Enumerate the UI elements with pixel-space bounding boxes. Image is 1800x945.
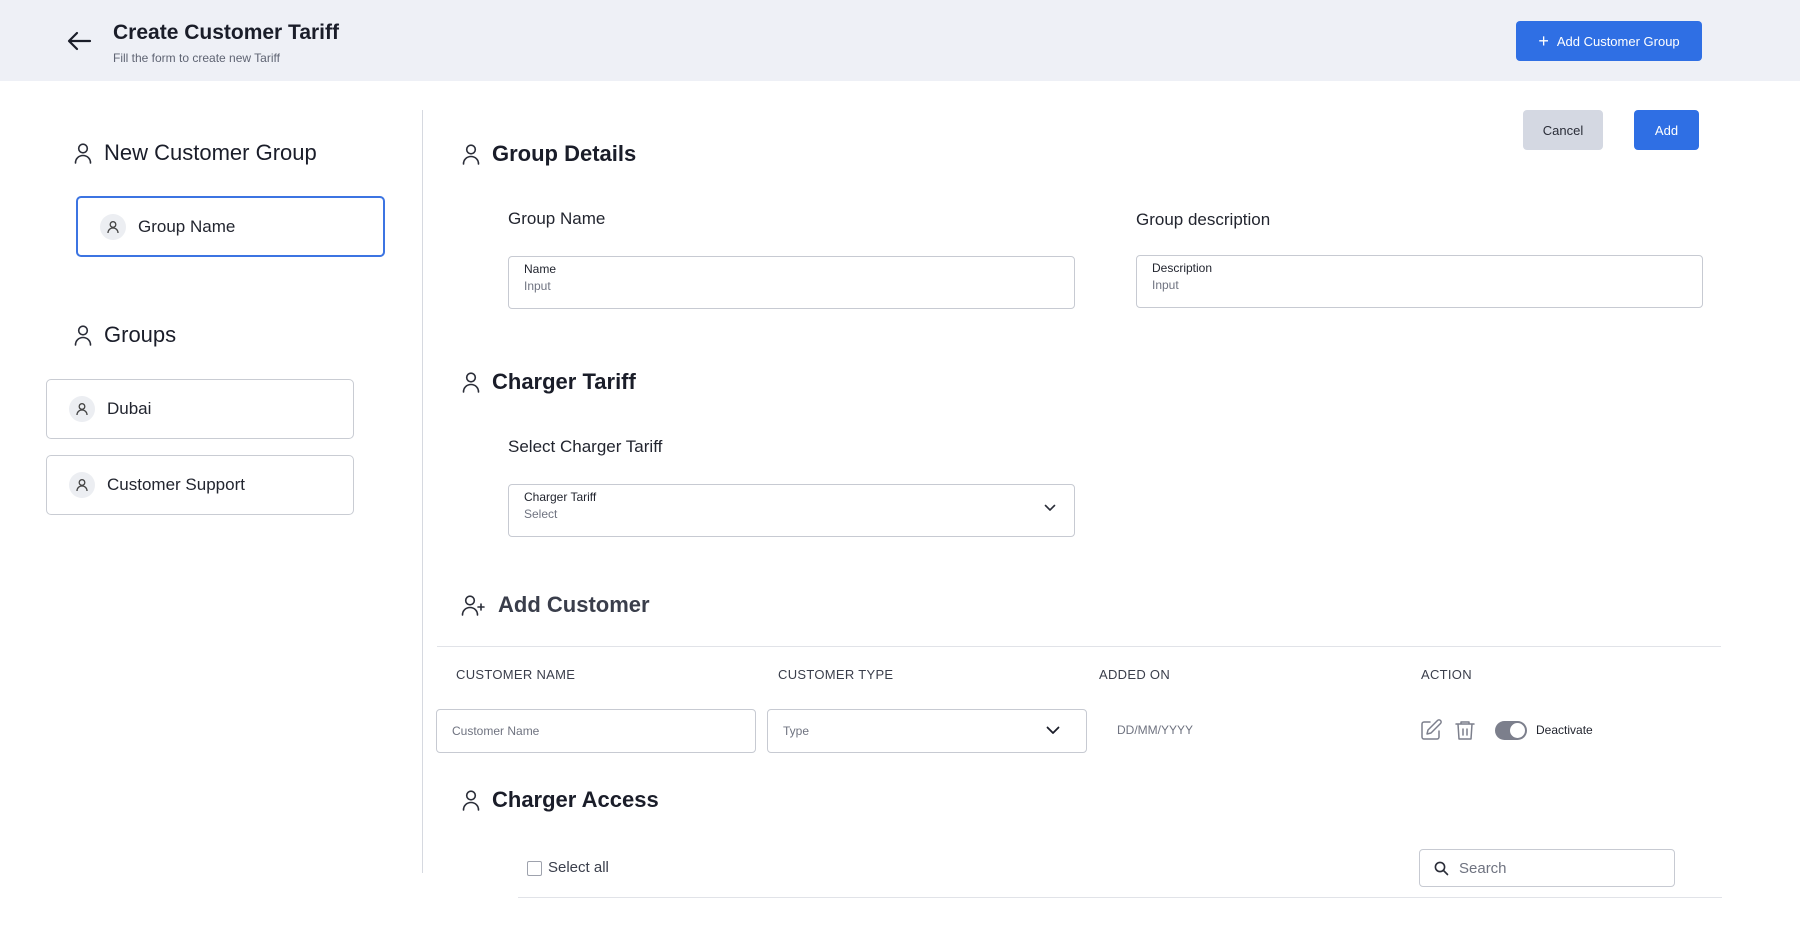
- group-item-label: Dubai: [107, 399, 152, 418]
- user-icon: [462, 790, 480, 811]
- page-subtitle: Fill the form to create new Tariff: [113, 51, 280, 65]
- customer-type-select[interactable]: Type: [767, 709, 1087, 753]
- charger-tariff-heading-label: Charger Tariff: [492, 369, 636, 394]
- table-divider: [437, 646, 1721, 647]
- add-customer-heading: Add Customer: [461, 592, 650, 618]
- column-header-customer-type: CUSTOMER TYPE: [778, 667, 894, 682]
- toggle-knob: [1510, 723, 1525, 738]
- cancel-button[interactable]: Cancel: [1523, 110, 1603, 150]
- group-description-caption: Description: [1152, 261, 1213, 275]
- user-icon: [462, 372, 480, 393]
- group-item[interactable]: Customer Support: [46, 455, 354, 515]
- user-icon: [76, 403, 88, 416]
- add-customer-group-button[interactable]: + Add Customer Group: [1516, 21, 1702, 61]
- group-description-placeholder: Input: [1152, 278, 1179, 292]
- new-group-heading-label: New Customer Group: [104, 140, 317, 165]
- search-icon: [1434, 861, 1449, 875]
- select-all-label: Select all: [548, 859, 609, 876]
- arrow-left-icon[interactable]: [66, 30, 92, 52]
- page-title: Create Customer Tariff: [113, 21, 339, 44]
- avatar: [69, 396, 95, 422]
- chevron-down-icon: [1044, 504, 1056, 511]
- column-header-added-on: ADDED ON: [1099, 667, 1171, 682]
- user-icon: [107, 220, 119, 233]
- user-icon: [74, 325, 92, 346]
- add-customer-group-label: Add Customer Group: [1556, 33, 1680, 49]
- group-details-heading: Group Details: [461, 141, 636, 167]
- charger-access-heading-label: Charger Access: [492, 787, 659, 812]
- group-description-input[interactable]: Description Input: [1136, 255, 1703, 308]
- charger-tariff-heading: Charger Tariff: [461, 369, 636, 395]
- new-group-name-text: Group Name: [138, 216, 236, 236]
- groups-heading-label: Groups: [104, 322, 177, 347]
- group-item-label: Customer Support: [107, 475, 245, 494]
- charger-search-input[interactable]: Search: [1419, 849, 1675, 887]
- charger-tariff-select[interactable]: Charger Tariff Select: [508, 484, 1075, 537]
- added-on-date: DD/MM/YYYY: [1117, 723, 1194, 737]
- customer-name-placeholder: Customer Name: [452, 724, 540, 738]
- group-name-placeholder: Input: [524, 279, 551, 293]
- edit-icon[interactable]: [1419, 718, 1443, 742]
- charger-tariff-caption: Charger Tariff: [524, 490, 597, 504]
- group-name-caption: Name: [524, 262, 557, 276]
- trash-icon[interactable]: [1453, 718, 1477, 742]
- avatar: [69, 472, 95, 498]
- chevron-down-icon: [1046, 726, 1060, 734]
- search-placeholder: Search: [1459, 859, 1507, 877]
- select-all-checkbox[interactable]: [527, 861, 542, 876]
- group-details-heading-label: Group Details: [492, 141, 637, 166]
- charger-tariff-value: Select: [524, 507, 558, 521]
- deactivate-toggle[interactable]: [1495, 721, 1527, 740]
- user-icon: [76, 479, 88, 492]
- add-button[interactable]: Add: [1634, 110, 1699, 150]
- user-plus-icon: [461, 595, 485, 616]
- customer-name-input[interactable]: Customer Name: [436, 709, 756, 753]
- new-group-name-card[interactable]: Group Name: [76, 196, 385, 257]
- column-header-customer-name: CUSTOMER NAME: [456, 667, 576, 682]
- plus-icon: +: [1538, 31, 1549, 51]
- customer-type-placeholder: Type: [783, 724, 810, 738]
- group-name-input[interactable]: Name Input: [508, 256, 1075, 309]
- user-icon: [74, 143, 92, 164]
- add-customer-heading-label: Add Customer: [498, 592, 650, 617]
- deactivate-toggle-label: Deactivate: [1536, 723, 1593, 737]
- select-charger-tariff-label: Select Charger Tariff: [508, 437, 663, 456]
- sidebar-divider: [422, 110, 423, 873]
- new-group-heading: New Customer Group: [73, 140, 317, 166]
- group-name-label: Group Name: [508, 209, 606, 228]
- charger-access-divider: [518, 897, 1722, 898]
- groups-heading: Groups: [73, 322, 176, 348]
- avatar: [100, 213, 126, 240]
- column-header-action: ACTION: [1421, 667, 1472, 682]
- group-description-label: Group description: [1136, 210, 1271, 229]
- page-header: Create Customer Tariff Fill the form to …: [0, 0, 1800, 81]
- group-item[interactable]: Dubai: [46, 379, 354, 439]
- charger-access-heading: Charger Access: [461, 787, 659, 813]
- user-icon: [462, 144, 480, 165]
